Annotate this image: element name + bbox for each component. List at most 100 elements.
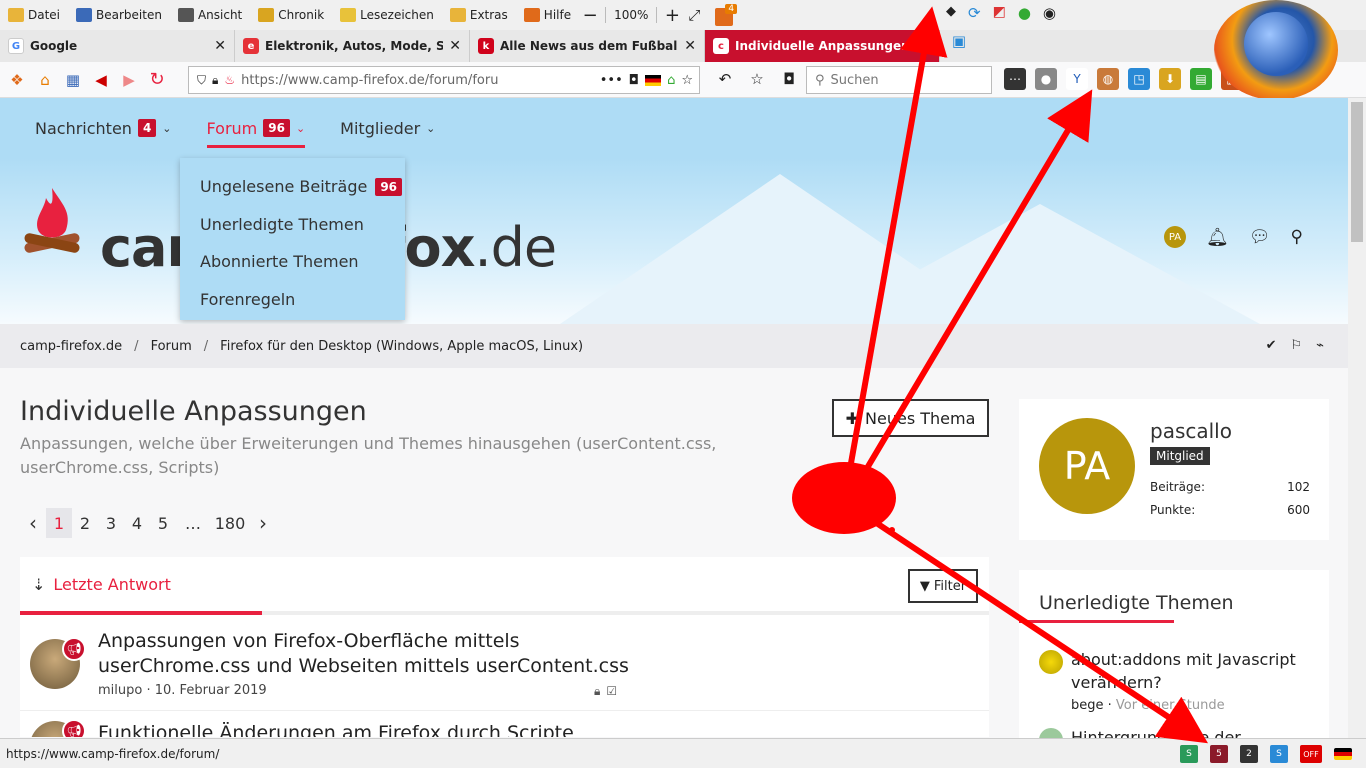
menu-item-chronik[interactable]: Chronik [250, 0, 332, 30]
balls-extension-icon[interactable]: ● [1035, 68, 1057, 90]
forward-icon[interactable]: ▶ [118, 69, 140, 91]
zoom-out-button[interactable]: − [579, 4, 601, 26]
fullscreen-icon[interactable]: ⤢ [683, 4, 705, 26]
breadcrumb-category[interactable]: Firefox für den Desktop (Windows, Apple … [220, 339, 583, 354]
edit-icon [76, 8, 93, 22]
back-icon[interactable]: ◀ [90, 69, 112, 91]
page-2[interactable]: 2 [72, 508, 98, 538]
s-extension-icon[interactable]: S [1180, 745, 1198, 763]
eraser-icon[interactable]: ◩ [993, 4, 1006, 22]
download-icon[interactable]: ⬇ [1159, 68, 1181, 90]
sort-tab-latest-reply[interactable]: ⇣ Letzte Antwort [20, 557, 262, 615]
campfire-logo-icon [24, 188, 80, 253]
breadcrumb-forum[interactable]: Forum [151, 339, 192, 354]
tab-google[interactable]: G Google ✕ [0, 30, 235, 62]
undo-close-icon[interactable]: ↶ [714, 68, 736, 90]
check-icon[interactable]: ✔ [1266, 338, 1277, 353]
thread-title[interactable]: Anpassungen von Firefox-Oberfläche mitte… [98, 629, 658, 679]
grid-icon[interactable]: ▦ [62, 69, 84, 91]
menu-item-extras[interactable]: Extras [442, 0, 516, 30]
conversations-icon[interactable]: 💬︎ [1249, 227, 1271, 247]
thread-title[interactable]: Funktionelle Änderungen am Firefox durch… [98, 721, 658, 737]
nav-item-forum[interactable]: Forum 96 ⌄ [206, 98, 305, 158]
prev-page-icon[interactable]: ‹ [20, 508, 46, 538]
tab-close-icon[interactable]: ✕ [684, 38, 696, 54]
page-4[interactable]: 4 [124, 508, 150, 538]
search-placeholder: Suchen [830, 72, 879, 88]
page-last[interactable]: 180 [210, 508, 250, 538]
ublock-icon[interactable]: 5 [1210, 745, 1228, 763]
menu-item-bearbeiten[interactable]: Bearbeiten [68, 0, 170, 30]
filter-button[interactable]: ▼ Filter [908, 569, 978, 603]
menu-item-subscribed[interactable]: Abonnierte Themen [180, 243, 405, 281]
search-icon[interactable]: ⚲ [1290, 227, 1302, 247]
sync-icon[interactable]: ⟳ [968, 4, 981, 22]
tab-camp-firefox[interactable]: c Individuelle Anpassungen - ca [705, 30, 940, 62]
lock-icon[interactable]: 🔒︎ [212, 73, 218, 88]
megaphone-icon: 📢︎ [62, 719, 86, 737]
page-1[interactable]: 1 [46, 508, 72, 538]
addon-menu-button[interactable]: 4 [715, 4, 738, 26]
firefox-icon[interactable]: ❖ [6, 69, 28, 91]
pocket-toolbar-icon[interactable]: ◘ [778, 68, 800, 90]
tab-close-icon[interactable]: ✕ [449, 38, 461, 54]
new-thread-button[interactable]: ✚ Neues Thema [832, 399, 989, 437]
table-row[interactable]: 📢︎ Funktionelle Änderungen am Firefox du… [20, 711, 989, 737]
tab-ebay[interactable]: e Elektronik, Autos, Mode, Samm ✕ [235, 30, 470, 62]
bell-icon[interactable]: 🔔︎ [1206, 227, 1229, 248]
mountain-decoration [820, 204, 1260, 324]
menu-item-unread[interactable]: Ungelesene Beiträge 96 [180, 168, 405, 206]
menu-item-unresolved[interactable]: Unerledigte Themen [180, 206, 405, 244]
counter-icon[interactable]: 2 [1240, 745, 1258, 763]
page-3[interactable]: 3 [98, 508, 124, 538]
house-color-icon[interactable]: ⌂ [667, 73, 675, 88]
search-bar[interactable]: ⚲ Suchen [806, 66, 992, 94]
menu-item-rules[interactable]: Forenregeln [180, 281, 405, 319]
star-icon[interactable]: ☆ [681, 73, 693, 88]
pocket-icon[interactable]: ◘ [629, 73, 639, 88]
leaf-icon[interactable]: ● [1018, 4, 1031, 22]
reload-icon[interactable]: ↻ [146, 69, 168, 91]
list-item[interactable]: about:addons mit Javascript verändern? [1071, 648, 1311, 694]
user-avatar[interactable]: PA [1164, 226, 1186, 248]
home-icon[interactable]: ⌂ [34, 69, 56, 91]
next-page-icon[interactable]: › [250, 508, 276, 538]
cookie-icon[interactable]: ◍ [1097, 68, 1119, 90]
profile-name[interactable]: pascallo [1150, 419, 1232, 443]
tab-kicker[interactable]: k Alle News aus dem Fußball und ✕ [470, 30, 705, 62]
avatar[interactable] [1039, 650, 1063, 674]
new-tab-icon[interactable]: ▣ [948, 30, 970, 52]
screenshot-icon[interactable]: ◳ [1128, 68, 1150, 90]
page-5[interactable]: 5 [150, 508, 176, 538]
status-icons: S 5 2 S OFF [1180, 745, 1352, 763]
save-page-icon[interactable]: ▤ [1190, 68, 1212, 90]
bookmark-icon [340, 8, 357, 22]
account-icon[interactable]: ◉ [1043, 4, 1056, 22]
tab-close-icon[interactable]: ✕ [214, 38, 226, 54]
off-toggle-icon[interactable]: OFF [1300, 745, 1322, 763]
shield-icon[interactable]: ⛉ [197, 73, 206, 88]
url-bar[interactable]: ⛉ 🔒︎ ♨ https://www.camp-firefox.de/forum… [188, 66, 700, 94]
bookmark-star-icon[interactable]: ☆ [746, 68, 768, 90]
menu-item-ansicht[interactable]: Ansicht [170, 0, 250, 30]
thread-status-icons: 🔒︎ ☑ [594, 684, 617, 699]
page-actions-icon[interactable]: ••• [600, 73, 623, 88]
nav-item-mitglieder[interactable]: Mitglieder ⌄ [340, 98, 435, 158]
dots-extension-icon[interactable]: ⋯ [1004, 68, 1026, 90]
nav-item-nachrichten[interactable]: Nachrichten 4 ⌄ [35, 98, 172, 158]
zoom-in-button[interactable]: + [661, 4, 683, 26]
page-scrollbar[interactable] [1348, 98, 1366, 738]
y-extension-icon[interactable]: Y [1066, 68, 1088, 90]
skype-icon[interactable]: S [1270, 745, 1288, 763]
menu-item-hilfe[interactable]: Hilfe [516, 0, 579, 30]
menu-item-datei[interactable]: Datei [0, 0, 68, 30]
german-flag-icon[interactable] [1334, 748, 1352, 760]
scrollbar-thumb[interactable] [1351, 102, 1363, 242]
mask-icon[interactable]: ◆ [946, 4, 956, 22]
bookmark-icon[interactable]: ⚐ [1291, 338, 1303, 353]
rss-icon[interactable]: ⌁ [1316, 338, 1324, 353]
menu-item-lesezeichen[interactable]: Lesezeichen [332, 0, 442, 30]
breadcrumb-home[interactable]: camp-firefox.de [20, 339, 122, 354]
table-row[interactable]: 📢︎ Anpassungen von Firefox-Oberfläche mi… [20, 619, 989, 711]
avatar[interactable]: PA [1039, 418, 1135, 514]
